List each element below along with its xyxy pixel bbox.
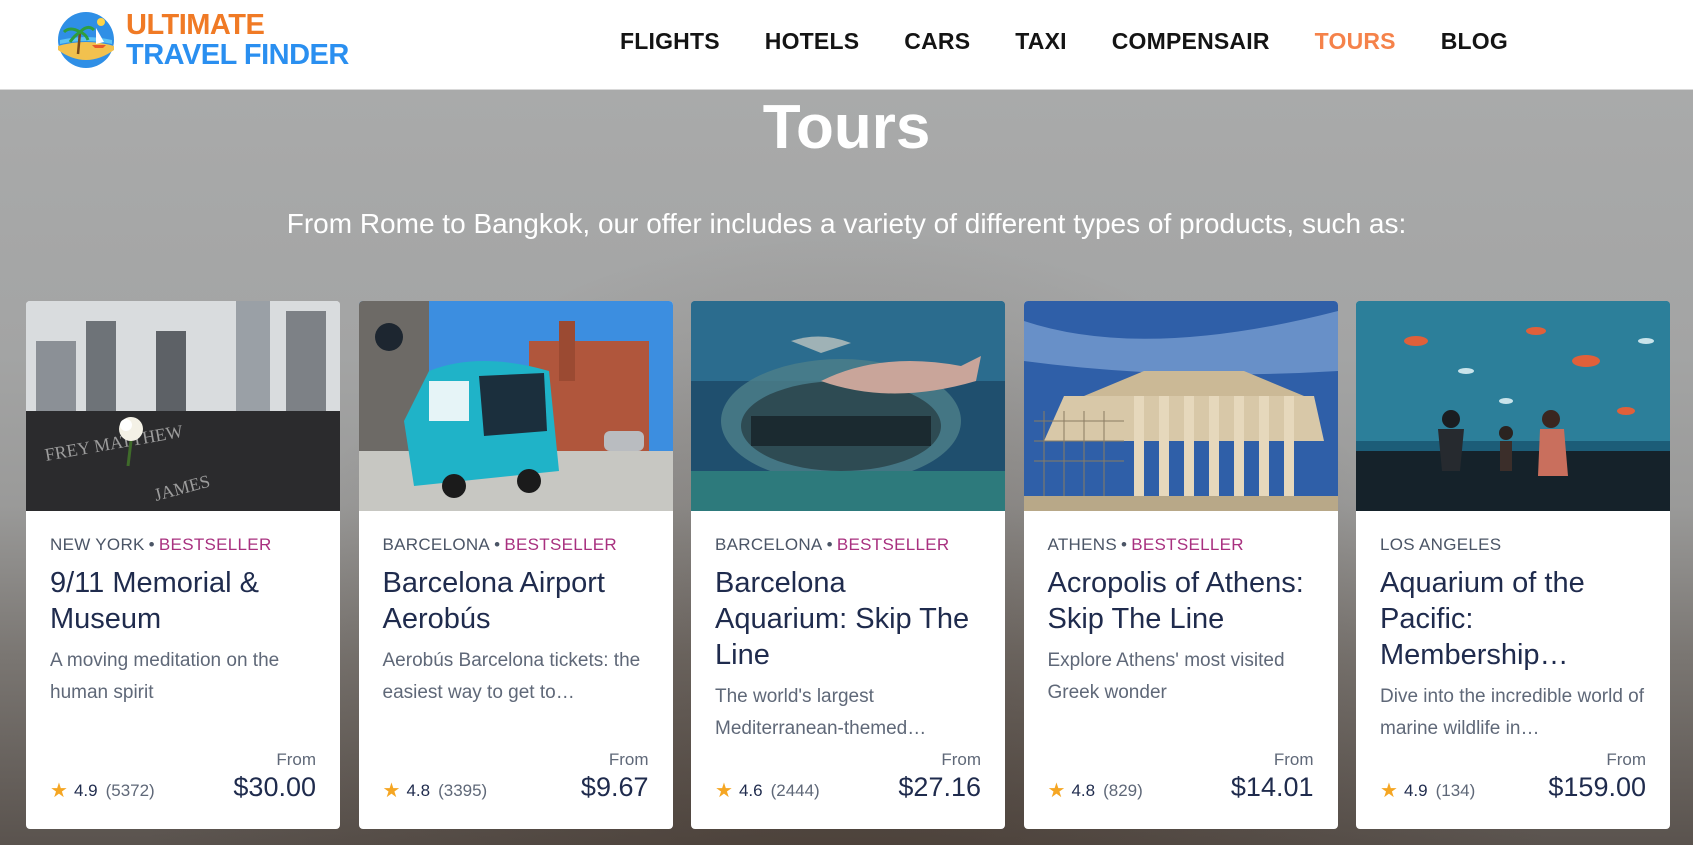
review-count: (134) — [1435, 780, 1476, 800]
logo-text: ULTIMATE TRAVEL FINDER — [126, 10, 349, 70]
tour-meta: LOS ANGELES — [1380, 535, 1646, 555]
nav-compensair[interactable]: COMPENSAIR — [1112, 28, 1270, 55]
price-from-label: From — [276, 750, 316, 769]
tour-price: From $30.00 — [233, 750, 316, 803]
site-logo[interactable]: ULTIMATE TRAVEL FINDER — [56, 10, 349, 70]
site-header: ULTIMATE TRAVEL FINDER FLIGHTS HOTELS CA… — [0, 0, 1693, 90]
bestseller-badge: BESTSELLER — [504, 535, 617, 554]
tour-description: Aerobús Barcelona tickets: the easiest w… — [382, 650, 641, 703]
tour-city: NEW YORK — [50, 535, 145, 554]
rating-value: 4.9 — [1403, 780, 1428, 800]
tour-meta: NEW YORK • BESTSELLER — [50, 535, 272, 554]
tour-rating: ★ 4.6 (2444) — [715, 778, 820, 803]
price-from-label: From — [1606, 750, 1646, 769]
tour-city: BARCELONA — [382, 535, 491, 554]
tour-title[interactable]: 9/11 Memorial & Museum — [50, 565, 316, 637]
tour-image-aerobus — [358, 301, 673, 511]
page-subtitle: From Rome to Bangkok, our offer includes… — [286, 208, 1407, 239]
star-icon: ★ — [715, 780, 733, 802]
review-count: (829) — [1103, 780, 1143, 800]
tour-image-shark-tunnel — [691, 301, 1005, 511]
price-value: $30.00 — [233, 772, 316, 802]
tour-card[interactable]: LOS ANGELES Aquarium of the Pacific: Mem… — [1356, 301, 1670, 829]
tour-description: The world's largest Mediterranean-themed… — [715, 686, 927, 739]
tour-price: From $9.67 — [581, 750, 649, 803]
bestseller-badge: BESTSELLER — [836, 535, 950, 554]
price-from-label: From — [608, 750, 649, 769]
tour-card[interactable]: ATHENS • BESTSELLER Acropolis of Athens: S… — [1023, 301, 1338, 829]
tour-image-aquarium-window — [1356, 301, 1670, 511]
price-value: $159.00 — [1548, 772, 1646, 802]
tour-title[interactable]: Acropolis of Athens: Skip The Line — [1048, 565, 1314, 637]
tour-card[interactable]: BARCELONA • BESTSELLER Barcelona Airport A… — [358, 301, 673, 829]
main-nav: FLIGHTS HOTELS CARS TAXI COMPENSAIR TOUR… — [620, 0, 1553, 82]
tour-price: From $27.16 — [898, 750, 981, 803]
star-icon: ★ — [50, 780, 68, 802]
tour-image-memorial: FREY MATTHEW JAMES — [26, 301, 340, 511]
nav-cars[interactable]: CARS — [904, 28, 970, 55]
logo-line-1: ULTIMATE — [126, 9, 265, 41]
tour-description: Explore Athens' most visited Greek wonde… — [1047, 650, 1285, 703]
star-icon: ★ — [1047, 780, 1066, 802]
bestseller-badge: BESTSELLER — [1131, 535, 1244, 554]
logo-line-2: TRAVEL FINDER — [126, 39, 349, 71]
rating-value: 4.9 — [73, 780, 98, 800]
tour-city: LOS ANGELES — [1380, 535, 1502, 554]
tour-price: From $159.00 — [1548, 750, 1646, 803]
review-count: (2444) — [770, 780, 820, 800]
nav-blog[interactable]: BLOG — [1441, 28, 1508, 55]
rating-value: 4.6 — [738, 780, 763, 800]
nav-flights[interactable]: FLIGHTS — [620, 28, 720, 55]
nav-hotels[interactable]: HOTELS — [765, 28, 859, 55]
nav-taxi[interactable]: TAXI — [1015, 28, 1066, 55]
tour-card[interactable]: BARCELONA • BESTSELLER Barcelona Aquarium:… — [691, 301, 1005, 829]
star-icon: ★ — [1380, 780, 1398, 802]
rating-value: 4.8 — [1071, 780, 1096, 800]
star-icon: ★ — [382, 780, 401, 802]
rating-value: 4.8 — [406, 780, 431, 800]
tour-rating: ★ 4.8 (829) — [1048, 778, 1143, 803]
tour-image-parthenon — [1023, 301, 1338, 511]
price-value: $14.01 — [1230, 772, 1314, 802]
tour-rating: ★ 4.9 (134) — [1380, 778, 1475, 803]
tour-city: ATHENS — [1047, 535, 1117, 554]
review-count: (3395) — [438, 780, 488, 800]
bestseller-badge: BESTSELLER — [158, 535, 272, 554]
nav-tours[interactable]: TOURS — [1315, 28, 1396, 55]
tour-title[interactable]: Aquarium of the Pacific: Membership… — [1380, 565, 1646, 673]
tour-description: Dive into the incredible world of marine… — [1380, 686, 1645, 739]
price-value: $9.67 — [580, 772, 649, 802]
logo-globe-icon — [58, 12, 114, 68]
tour-meta: BARCELONA • BESTSELLER — [382, 535, 617, 554]
price-from-label: From — [941, 750, 981, 769]
price-value: $27.16 — [898, 772, 981, 802]
tour-city: BARCELONA — [715, 535, 823, 554]
tour-rating: ★ 4.9 (5372) — [50, 778, 155, 803]
tour-description: A moving meditation on the human spirit — [50, 650, 280, 703]
tour-rating: ★ 4.8 (3395) — [383, 778, 488, 803]
tour-title[interactable]: Barcelona Aquarium: Skip The Line — [715, 565, 981, 673]
tour-card[interactable]: FREY MATTHEW JAMES NEW YORK • BESTSELLER 9… — [26, 301, 340, 829]
tour-meta: ATHENS • BESTSELLER — [1047, 535, 1244, 554]
tour-meta: BARCELONA • BESTSELLER — [715, 535, 950, 554]
page-title: Tours — [762, 93, 931, 162]
tour-cards: FREY MATTHEW JAMES NEW YORK • BESTSELLER 9… — [26, 301, 1670, 829]
review-count: (5372) — [105, 780, 155, 800]
tour-title[interactable]: Barcelona Airport Aerobús — [383, 565, 649, 637]
tour-price: From $14.01 — [1231, 750, 1314, 803]
price-from-label: From — [1273, 750, 1314, 769]
